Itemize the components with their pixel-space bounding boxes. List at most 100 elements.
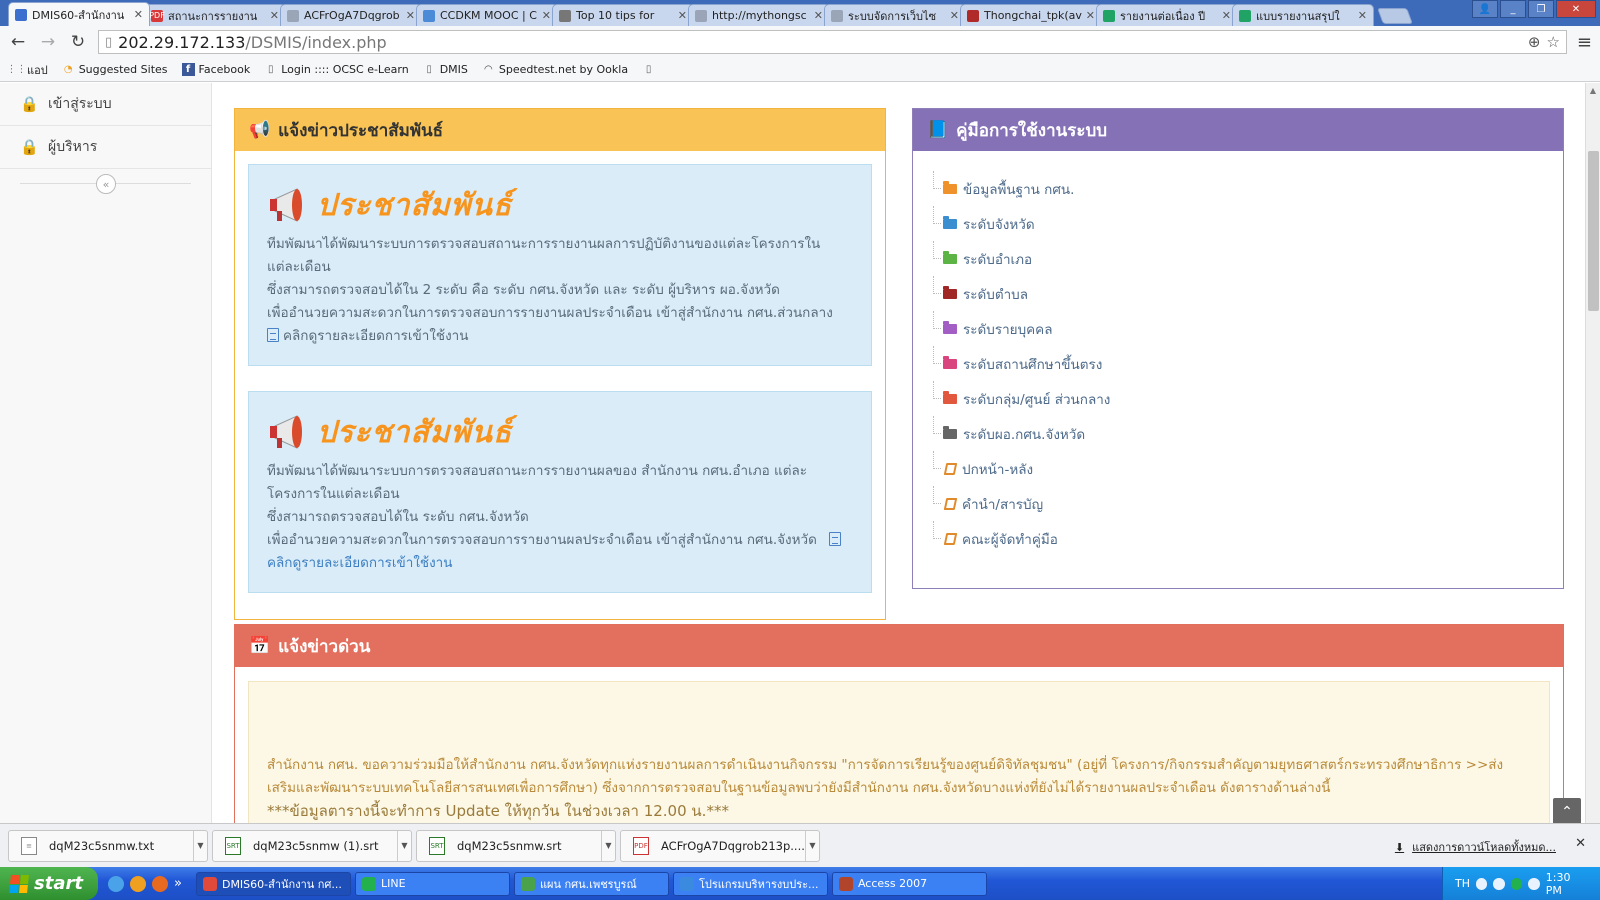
close-tab-icon[interactable]: ✕ — [406, 9, 415, 22]
close-tab-icon[interactable]: ✕ — [134, 8, 143, 21]
sidebar-item-executive[interactable]: 🔒 ผู้บริหาร — [0, 126, 211, 169]
close-tab-icon[interactable]: ✕ — [1358, 9, 1367, 22]
news-line: ทีมพัฒนาได้พัฒนาระบบการตรวจสอบสถานะการรา… — [267, 463, 808, 479]
line-tray-icon[interactable] — [1510, 877, 1523, 890]
close-window-button[interactable]: ✕ — [1556, 0, 1596, 18]
reload-button[interactable]: ↻ — [68, 32, 88, 52]
download-menu-icon[interactable]: ▼ — [397, 830, 411, 861]
download-menu-icon[interactable]: ▼ — [601, 830, 615, 861]
manual-tree-item[interactable]: ข้อมูลพื้นฐาน กศน. — [931, 171, 1110, 206]
tab-title: ระบบจัดการเว็บไซ — [848, 9, 937, 23]
start-label: start — [34, 873, 83, 894]
bookmark-item[interactable]: ◔ Suggested Sites — [62, 63, 168, 76]
close-tab-icon[interactable]: ✕ — [1086, 9, 1095, 22]
taskbar-button[interactable]: Access 2007 — [831, 871, 987, 896]
manual-tree-item[interactable]: คำนำ/สารบัญ — [931, 486, 1110, 521]
back-button[interactable]: ← — [8, 32, 28, 52]
taskbar-button[interactable]: แผน กศน.เพชรบูรณ์ — [513, 871, 669, 896]
maximize-button[interactable]: ❐ — [1528, 0, 1554, 18]
pdf-icon[interactable] — [829, 532, 842, 546]
close-tab-icon[interactable]: ✕ — [1222, 9, 1231, 22]
download-item[interactable]: SRT dqM23c5snmw (1).srt ▼ — [212, 829, 412, 862]
suggested-sites-icon: ◔ — [63, 64, 73, 75]
favicon-icon — [831, 9, 843, 22]
bookmark-item[interactable]: ▯ Login :::: OCSC e-Learn — [264, 63, 409, 76]
browser-tab[interactable]: แบบรายงานสรุปใ ✕ — [1232, 4, 1374, 26]
manual-tree-item[interactable]: ระดับผอ.กศน.จังหวัด — [931, 416, 1110, 451]
browser-tab[interactable]: CCDKM MOOC | C ✕ — [416, 4, 558, 26]
page-scrollbar[interactable]: ▲ — [1585, 83, 1600, 823]
address-bar[interactable]: ▯ 202.29.172.133/DSMIS/index.php ⊕ ☆ — [98, 30, 1567, 54]
close-shelf-icon[interactable]: ✕ — [1575, 836, 1586, 851]
bookmark-item[interactable]: ▯ DMIS — [423, 63, 467, 76]
browser-tab[interactable]: DMIS60-สำนักงาน ✕ — [8, 2, 150, 26]
tab-title: DMIS60-สำนักงาน — [32, 8, 125, 22]
close-tab-icon[interactable]: ✕ — [270, 9, 279, 22]
details-link[interactable]: คลิกดูรายละเอียดการเข้าใช้งาน — [267, 552, 853, 575]
pr-news-panel: 📢 แจ้งข่าวประชาสัมพันธ์ ประชาสัมพันธ์ ที… — [234, 108, 886, 620]
volume-icon[interactable] — [1528, 877, 1540, 890]
close-tab-icon[interactable]: ✕ — [814, 9, 823, 22]
browser-tab[interactable]: Thongchai_tpk(av ✕ — [960, 4, 1102, 26]
manual-tree-item[interactable]: ระดับอำเภอ — [931, 241, 1110, 276]
messenger-icon[interactable] — [130, 875, 146, 892]
browser-tab[interactable]: รายงานต่อเนื่อง ปี ✕ — [1096, 4, 1238, 26]
app-icon — [520, 876, 535, 891]
scroll-up-icon[interactable]: ▲ — [1586, 83, 1600, 98]
tray-icon[interactable] — [1476, 877, 1488, 890]
browser-tab[interactable]: ACFrOgA7Dqgrob ✕ — [280, 4, 422, 26]
network-icon[interactable] — [1493, 877, 1505, 890]
show-all-downloads-link[interactable]: ⬇ แสดงการดาวน์โหลดทั้งหมด... — [1395, 838, 1556, 856]
download-item[interactable]: PDF ACFrOgA7Dqgrob213p....pdf▼ — [620, 829, 820, 862]
browser-tab[interactable]: Top 10 tips for ✕ — [552, 4, 694, 26]
download-menu-icon[interactable]: ▼ — [193, 830, 207, 861]
manual-tree-item[interactable]: ระดับจังหวัด — [931, 206, 1110, 241]
zoom-icon[interactable]: ⊕ — [1528, 33, 1541, 51]
manual-item-label: คณะผู้จัดทำคู่มือ — [962, 531, 1058, 548]
close-tab-icon[interactable]: ✕ — [678, 9, 687, 22]
taskbar-button[interactable]: DMIS60-สำนักงาน กศ... — [195, 871, 351, 896]
book-icon: 📘 — [927, 120, 949, 140]
start-button[interactable]: start — [0, 867, 98, 900]
download-menu-icon[interactable]: ▼ — [805, 830, 819, 861]
browser-tab[interactable]: ระบบจัดการเว็บไซ ✕ — [824, 4, 966, 26]
folder-icon — [943, 355, 957, 369]
sidebar-item-login[interactable]: 🔒 เข้าสู่ระบบ — [0, 83, 211, 126]
close-tab-icon[interactable]: ✕ — [542, 9, 551, 22]
ie-icon[interactable] — [108, 875, 124, 892]
manual-tree-item[interactable]: ระดับตำบล — [931, 276, 1110, 311]
chrome-menu-icon[interactable]: ≡ — [1577, 32, 1592, 53]
download-item[interactable]: SRT dqM23c5snmw.srt ▼ — [416, 829, 616, 862]
manual-tree-item[interactable]: ระดับรายบุคคล — [931, 311, 1110, 346]
minimize-button[interactable]: _ — [1500, 0, 1526, 18]
details-link[interactable]: คลิกดูรายละเอียดการเข้าใช้งาน — [267, 325, 853, 348]
lock-icon: 🔒 — [20, 138, 39, 156]
bookmark-item[interactable]: ◠ Speedtest.net by Ookla — [482, 63, 628, 76]
download-item[interactable]: ≡ dqM23c5snmw.txt ▼ — [8, 829, 208, 862]
user-icon[interactable]: 👤 — [1472, 0, 1498, 18]
forward-button[interactable]: → — [38, 32, 58, 52]
more-chevron-icon[interactable]: » — [174, 876, 182, 892]
app-icon — [202, 876, 217, 891]
bookmark-star-icon[interactable]: ☆ — [1546, 33, 1559, 51]
manual-tree-item[interactable]: ระดับสถานศึกษาขึ้นตรง — [931, 346, 1110, 381]
manual-tree-item[interactable]: ปกหน้า-หลัง — [931, 451, 1110, 486]
language-indicator[interactable]: TH — [1455, 877, 1470, 890]
new-tab-button[interactable] — [1377, 8, 1413, 24]
scroll-to-top-button[interactable]: ⌃ — [1553, 798, 1581, 823]
scroll-thumb[interactable] — [1588, 151, 1599, 311]
manual-item-label: ระดับตำบล — [963, 286, 1029, 303]
browser-tab[interactable]: PDF สถานะการรายงาน ✕ — [144, 4, 286, 26]
close-tab-icon[interactable]: ✕ — [950, 9, 959, 22]
browser-tab[interactable]: http://mythongsc ✕ — [688, 4, 830, 26]
banner-text: ประชาสัมพันธ์ — [317, 414, 513, 450]
bookmark-item[interactable]: f Facebook — [181, 63, 250, 76]
manual-tree-item[interactable]: คณะผู้จัดทำคู่มือ — [931, 521, 1110, 556]
bookmark-item[interactable]: ⋮⋮ แอป — [7, 61, 48, 79]
bookmark-item[interactable]: ▯ — [642, 63, 659, 76]
taskbar-button[interactable]: LINE — [354, 871, 510, 896]
firefox-icon[interactable] — [152, 875, 168, 892]
collapse-sidebar-button[interactable]: « — [96, 174, 116, 194]
taskbar-button[interactable]: โปรแกรมบริหารงบประ... — [672, 871, 828, 896]
manual-tree-item[interactable]: ระดับกลุ่ม/ศูนย์ ส่วนกลาง — [931, 381, 1110, 416]
